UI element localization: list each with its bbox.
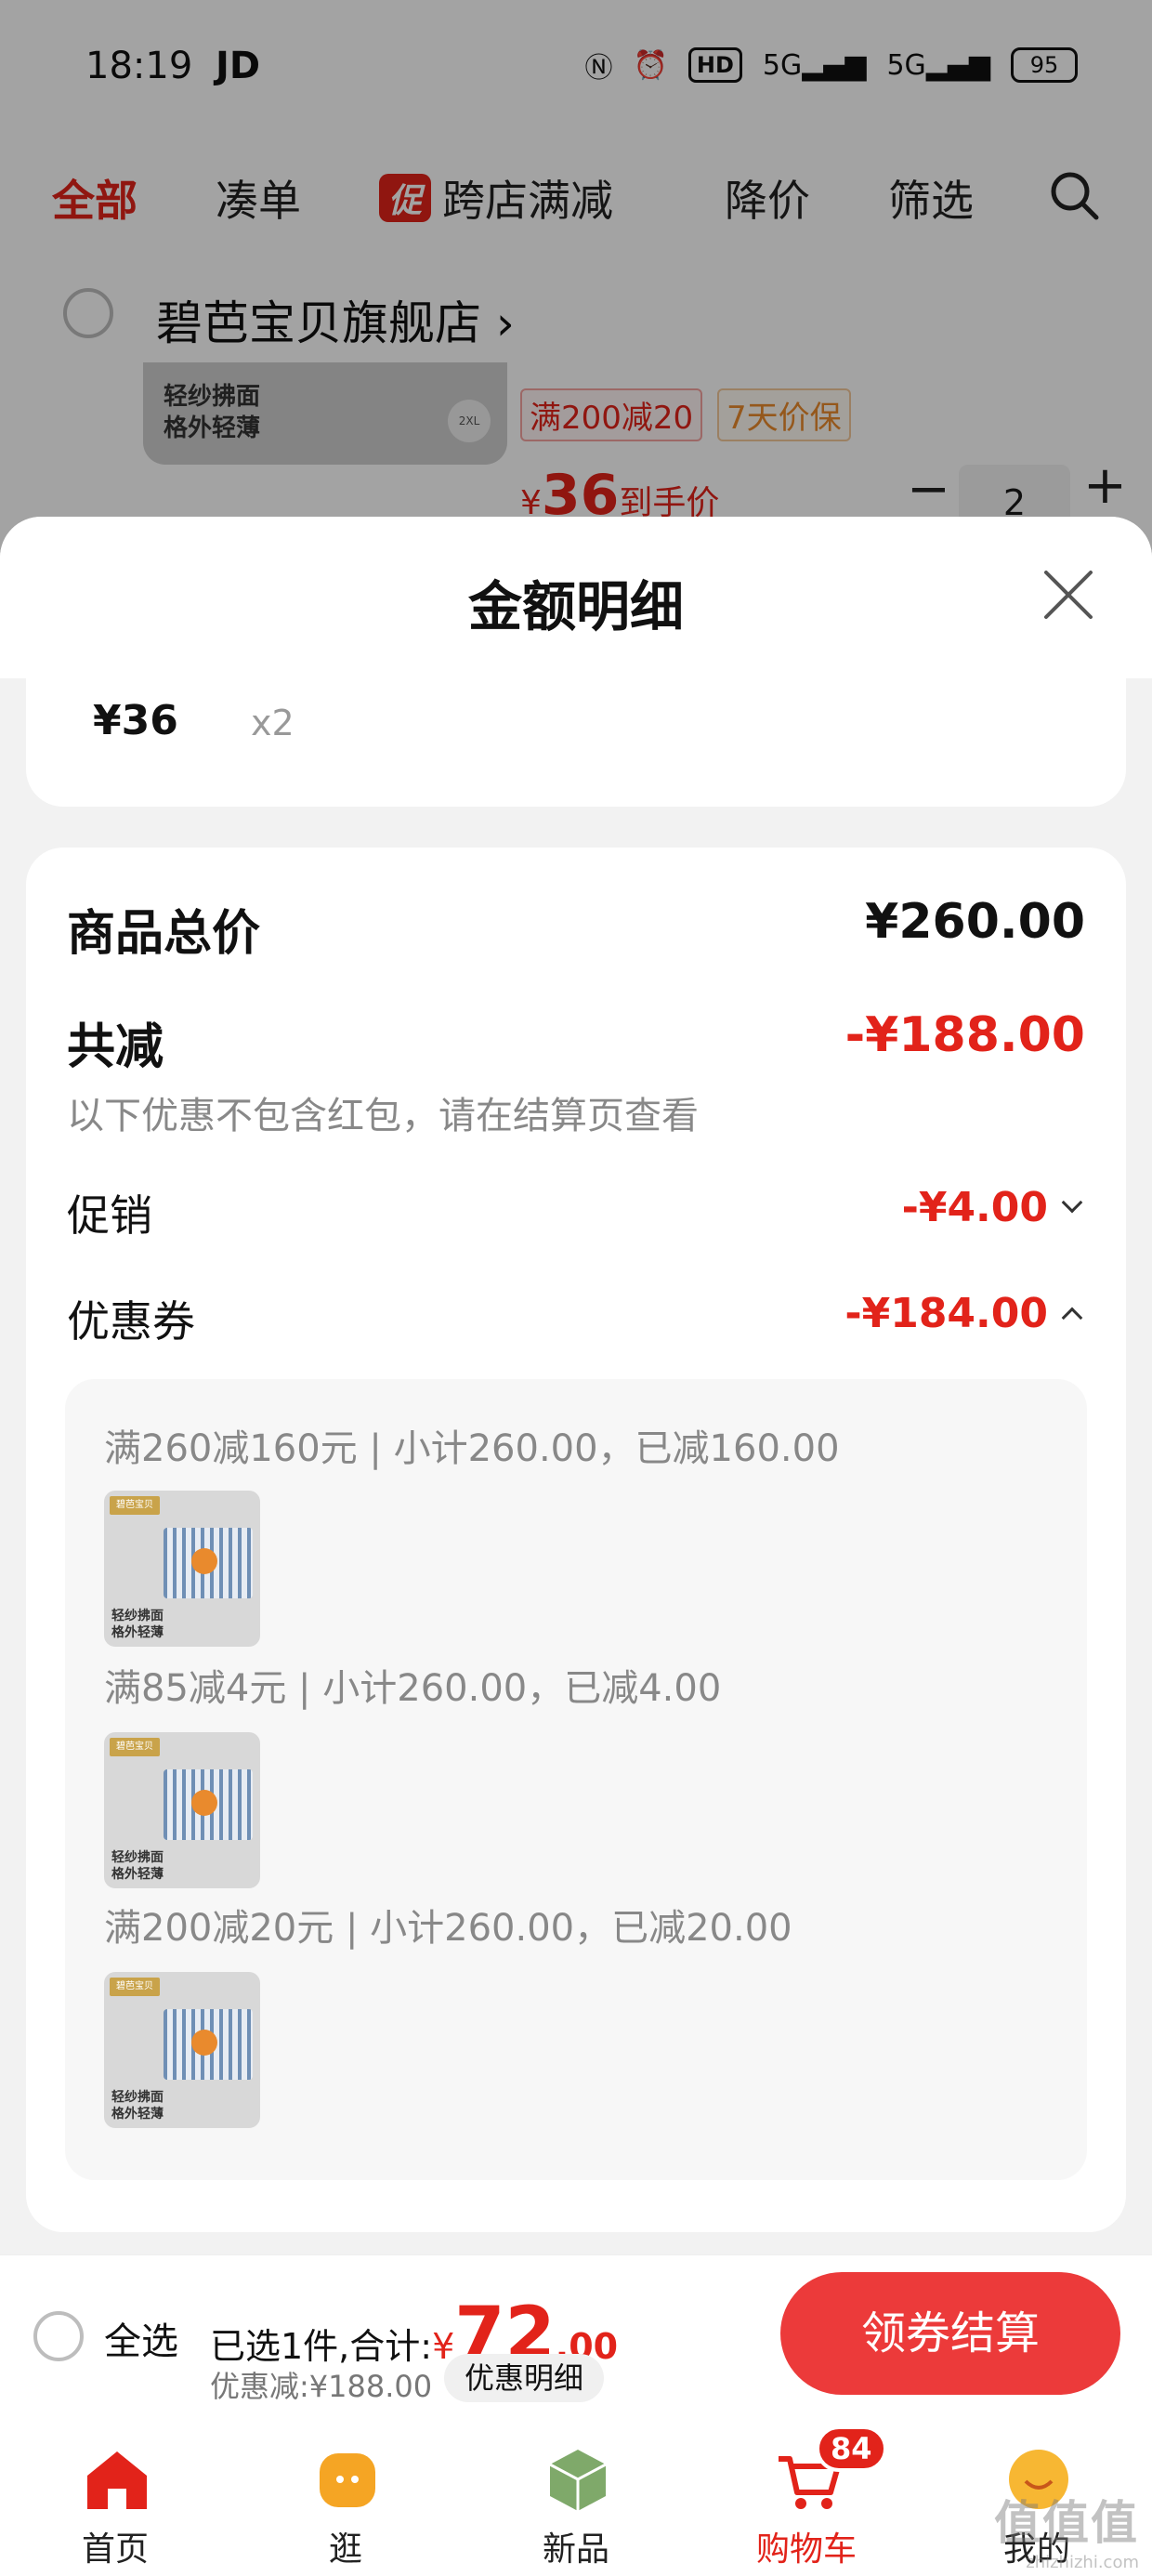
coupon-line: 满85减4元 | 小计260.00，已减4.00 bbox=[104, 1667, 722, 1710]
nav-item-home[interactable]: 首页 bbox=[0, 2414, 230, 2576]
price-detail-card: 商品总价 ¥260.00 共减 -¥188.00 以下优惠不包含红包，请在结算页… bbox=[26, 848, 1126, 2232]
cart-badge: 84 bbox=[816, 2425, 887, 2472]
nav-label: 新品 bbox=[542, 2530, 609, 2569]
nav-label: 购物车 bbox=[755, 2530, 857, 2569]
total-price-label: 商品总价 bbox=[67, 906, 261, 962]
nav-item-stroll[interactable]: 逛 bbox=[230, 2414, 461, 2576]
coupon-label: 优惠券 bbox=[67, 1296, 195, 1347]
home-icon bbox=[87, 2451, 147, 2509]
nav-label: 首页 bbox=[81, 2530, 149, 2569]
modal-overlay[interactable] bbox=[0, 0, 1152, 558]
checkout-button[interactable]: 领券结算 bbox=[780, 2272, 1120, 2395]
amount-detail-sheet: 金额明细 ¥36 x2 商品总价 ¥260.00 共减 -¥188.00 以下优… bbox=[0, 517, 1152, 2254]
close-icon[interactable] bbox=[1042, 569, 1094, 621]
sheet-title: 金额明细 bbox=[467, 575, 684, 638]
total-price-value: ¥260.00 bbox=[865, 894, 1085, 950]
coupon-value[interactable]: -¥184.00 bbox=[844, 1290, 1083, 1337]
item-summary-card: ¥36 x2 bbox=[26, 678, 1126, 807]
item-quantity: x2 bbox=[251, 703, 295, 743]
coupon-product-thumbnail: 碧芭宝贝 轻纱拂面 格外轻薄 bbox=[104, 1732, 260, 1888]
coupon-product-thumbnail: 碧芭宝贝 轻纱拂面 格外轻薄 bbox=[104, 1972, 260, 2128]
new-products-icon bbox=[549, 2450, 607, 2511]
promotion-value[interactable]: -¥4.00 bbox=[902, 1184, 1083, 1231]
sheet-header: 金额明细 bbox=[0, 517, 1152, 678]
chevron-up-icon bbox=[1061, 1307, 1083, 1329]
total-discount-value: -¥188.00 bbox=[844, 1007, 1085, 1063]
watermark: 值值值 zhizhizhi.com bbox=[994, 2496, 1139, 2572]
nav-item-cart[interactable]: 84 购物车 bbox=[691, 2414, 922, 2576]
checkout-bar: 全选 已选1件,合计:¥72.00 优惠减:¥188.00 优惠明细 领券结算 bbox=[0, 2254, 1152, 2414]
discount-hint: 以下优惠不包含红包，请在结算页查看 bbox=[67, 1095, 699, 1137]
coupon-list: 满260减160元 | 小计260.00，已减160.00 碧芭宝贝 轻纱拂面格… bbox=[65, 1379, 1087, 2180]
coupon-line: 满200减20元 | 小计260.00，已减20.00 bbox=[104, 1907, 792, 1950]
discount-detail-button[interactable]: 优惠明细 bbox=[444, 2354, 605, 2402]
select-all-radio[interactable] bbox=[33, 2311, 84, 2361]
coupon-product-thumbnail: 碧芭宝贝 轻纱拂面 格外轻薄 bbox=[104, 1491, 260, 1647]
coupon-line: 满260减160元 | 小计260.00，已减160.00 bbox=[104, 1427, 840, 1470]
promotion-label: 促销 bbox=[67, 1190, 152, 1241]
nav-item-new-products[interactable]: 新品 bbox=[461, 2414, 691, 2576]
total-discount-label: 共减 bbox=[67, 1019, 164, 1075]
chevron-down-icon bbox=[1061, 1191, 1083, 1214]
item-price: ¥36 bbox=[93, 697, 178, 744]
nav-label: 逛 bbox=[328, 2530, 362, 2569]
bottom-nav: 首页 逛 新品 84 购物车 我的 值值值 zhizhizhi.com bbox=[0, 2414, 1152, 2576]
stroll-icon bbox=[320, 2453, 375, 2507]
discount-summary: 优惠减:¥188.00 bbox=[210, 2369, 433, 2404]
select-all-label[interactable]: 全选 bbox=[104, 2311, 178, 2365]
